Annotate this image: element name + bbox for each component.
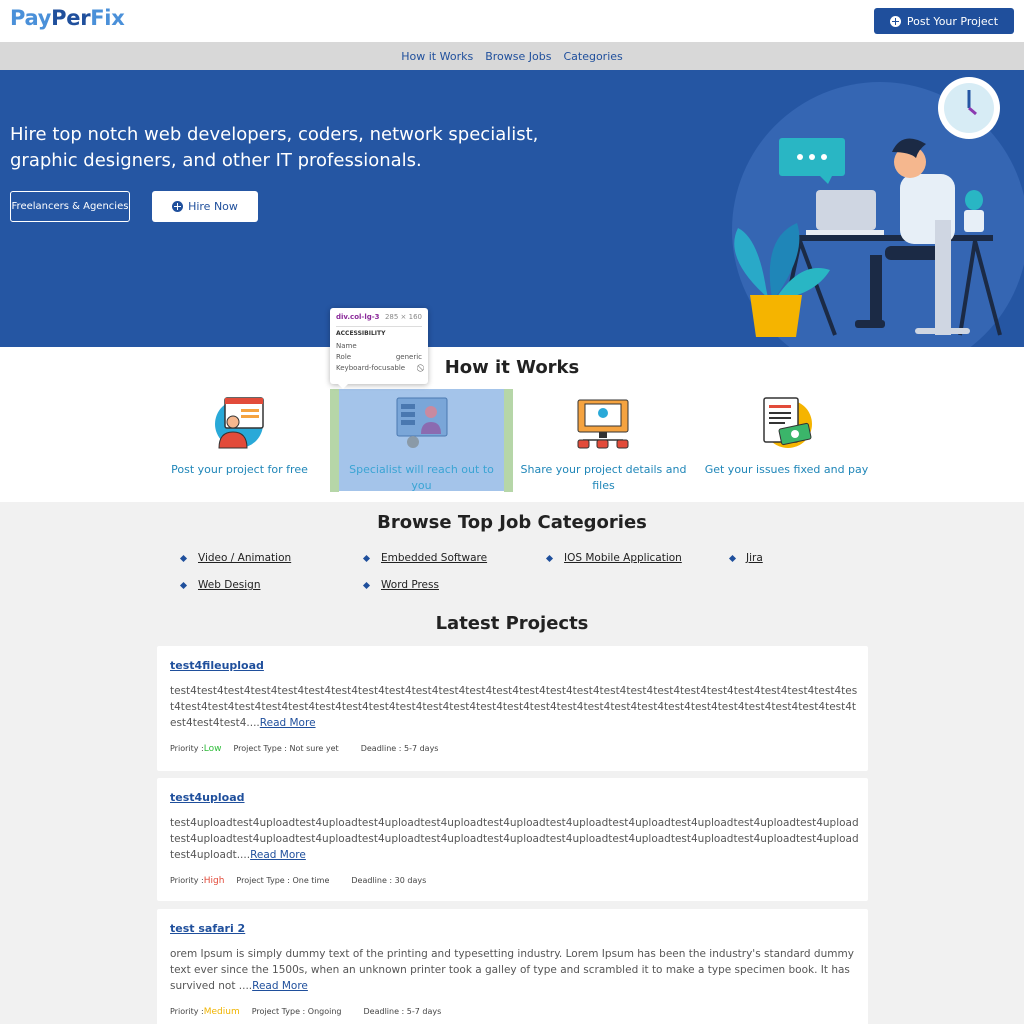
share-details-icon bbox=[577, 399, 629, 449]
category-embedded-software[interactable]: Embedded Software bbox=[381, 552, 487, 564]
nav-browse-jobs[interactable]: Browse Jobs bbox=[485, 50, 551, 63]
project-card: test4upload test4uploadtest4uploadtest4u… bbox=[157, 778, 868, 901]
category-word-press[interactable]: Word Press bbox=[381, 579, 439, 591]
step-label: Get your issues fixed and pay bbox=[704, 463, 869, 476]
tooltip-key: Role bbox=[336, 353, 352, 361]
deadline: Deadline : 5-7 days bbox=[360, 744, 439, 753]
priority-label: Priority : bbox=[170, 876, 204, 885]
read-more-link[interactable]: Read More bbox=[252, 980, 308, 992]
tooltip-class-name: div.col-lg-3 bbox=[336, 313, 380, 321]
nav-how-it-works[interactable]: How it Works bbox=[401, 50, 473, 63]
nav-categories[interactable]: Categories bbox=[563, 50, 622, 63]
bullet-icon bbox=[179, 554, 188, 563]
categories-title: Browse Top Job Categories bbox=[377, 512, 647, 533]
project-description: test4test4test4test4test4test4test4test4… bbox=[170, 683, 860, 731]
project-meta: Priority : Low Project Type : Not sure y… bbox=[170, 744, 438, 754]
logo-per: Per bbox=[51, 6, 91, 30]
category-video-animation[interactable]: Video / Animation bbox=[198, 552, 291, 564]
post-project-icon bbox=[215, 397, 264, 449]
specialist-icon bbox=[396, 397, 448, 448]
hero-title: Hire top notch web developers, coders, n… bbox=[10, 124, 539, 171]
bullet-icon bbox=[362, 581, 371, 590]
step-post-project[interactable]: Post your project for free bbox=[147, 389, 332, 491]
deadline: Deadline : 5-7 days bbox=[363, 1007, 442, 1016]
logo-pay: Pay bbox=[10, 6, 52, 30]
project-meta: Priority : High Project Type : One time … bbox=[170, 876, 426, 886]
step-fix-and-pay[interactable]: Get your issues fixed and pay bbox=[694, 389, 879, 491]
project-type: Project Type : Ongoing bbox=[251, 1007, 342, 1016]
developer-at-desk-illustration bbox=[732, 77, 1024, 347]
read-more-link[interactable]: Read More bbox=[250, 849, 306, 861]
bullet-icon bbox=[728, 554, 737, 563]
hire-now-label: Hire Now bbox=[188, 200, 238, 213]
category-web-design[interactable]: Web Design bbox=[198, 579, 260, 591]
bullet-icon bbox=[362, 554, 371, 563]
deadline: Deadline : 30 days bbox=[351, 876, 427, 885]
freelancers-agencies-button[interactable]: Freelancers & Agencies bbox=[10, 191, 130, 222]
main-nav: How it Works Browse Jobs Categories bbox=[0, 42, 1024, 70]
logo[interactable]: PayPerFix bbox=[10, 6, 125, 30]
invoice-money-icon bbox=[763, 397, 812, 448]
project-card: test safari 2 orem Ipsum is simply dummy… bbox=[157, 909, 868, 1024]
tooltip-key: Name bbox=[336, 342, 357, 350]
tooltip-section-title: ACCESSIBILITY bbox=[336, 330, 386, 337]
post-project-label: Post Your Project bbox=[906, 14, 999, 28]
read-more-link[interactable]: Read More bbox=[260, 717, 316, 729]
tooltip-row: Name bbox=[336, 341, 422, 352]
project-title-link[interactable]: test4upload bbox=[170, 791, 245, 804]
tooltip-value: generic bbox=[395, 353, 422, 361]
priority-label: Priority : bbox=[170, 1007, 204, 1016]
project-description: orem Ipsum is simply dummy text of the p… bbox=[170, 946, 860, 994]
priority-label: Priority : bbox=[170, 744, 204, 753]
step-label: Share your project details and files bbox=[520, 463, 687, 492]
priority-value: Medium bbox=[203, 1007, 240, 1017]
category-ios-mobile[interactable]: IOS Mobile Application bbox=[564, 552, 682, 564]
tooltip-row: Keyboard-focusable⃠ bbox=[336, 363, 422, 374]
step-label: Specialist will reach out to you bbox=[349, 463, 494, 492]
tooltip-key: Keyboard-focusable bbox=[336, 364, 406, 372]
devtools-inspect-tooltip: div.col-lg-3 285 × 160 ACCESSIBILITY Nam… bbox=[330, 308, 428, 384]
hero-banner: Hire top notch web developers, coders, n… bbox=[0, 70, 1024, 347]
plus-circle-icon bbox=[172, 201, 184, 212]
project-type: Project Type : One time bbox=[236, 876, 330, 885]
project-title-link[interactable]: test4fileupload bbox=[170, 659, 264, 672]
project-meta: Priority : Medium Project Type : Ongoing… bbox=[170, 1007, 441, 1017]
logo-fix: Fix bbox=[90, 6, 125, 30]
category-jira[interactable]: Jira bbox=[746, 552, 763, 564]
project-description: test4uploadtest4uploadtest4uploadtest4up… bbox=[170, 815, 860, 863]
tooltip-size: 285 × 160 bbox=[384, 313, 422, 321]
project-card: test4fileupload test4test4test4test4test… bbox=[157, 646, 868, 771]
tooltip-row: Role generic bbox=[336, 352, 422, 363]
bullet-icon bbox=[545, 554, 554, 563]
tooltip-arrow bbox=[337, 383, 349, 389]
priority-value: High bbox=[203, 876, 225, 886]
step-specialist-reach[interactable]: Specialist will reach out to you bbox=[339, 389, 504, 492]
hire-now-button[interactable]: Hire Now bbox=[152, 191, 258, 222]
how-it-works-title: How it Works bbox=[444, 357, 580, 378]
step-share-details[interactable]: Share your project details and files bbox=[511, 389, 696, 492]
bullet-icon bbox=[179, 581, 188, 590]
tooltip-divider bbox=[336, 326, 422, 327]
latest-projects-title: Latest Projects bbox=[435, 613, 589, 634]
priority-value: Low bbox=[203, 744, 222, 754]
project-title-link[interactable]: test safari 2 bbox=[170, 922, 245, 935]
post-project-button[interactable]: Post Your Project bbox=[874, 8, 1014, 34]
project-type: Project Type : Not sure yet bbox=[233, 744, 339, 753]
step-label: Post your project for free bbox=[171, 463, 308, 476]
top-header: PayPerFix Post Your Project bbox=[0, 0, 1024, 42]
plus-circle-icon bbox=[889, 15, 901, 27]
